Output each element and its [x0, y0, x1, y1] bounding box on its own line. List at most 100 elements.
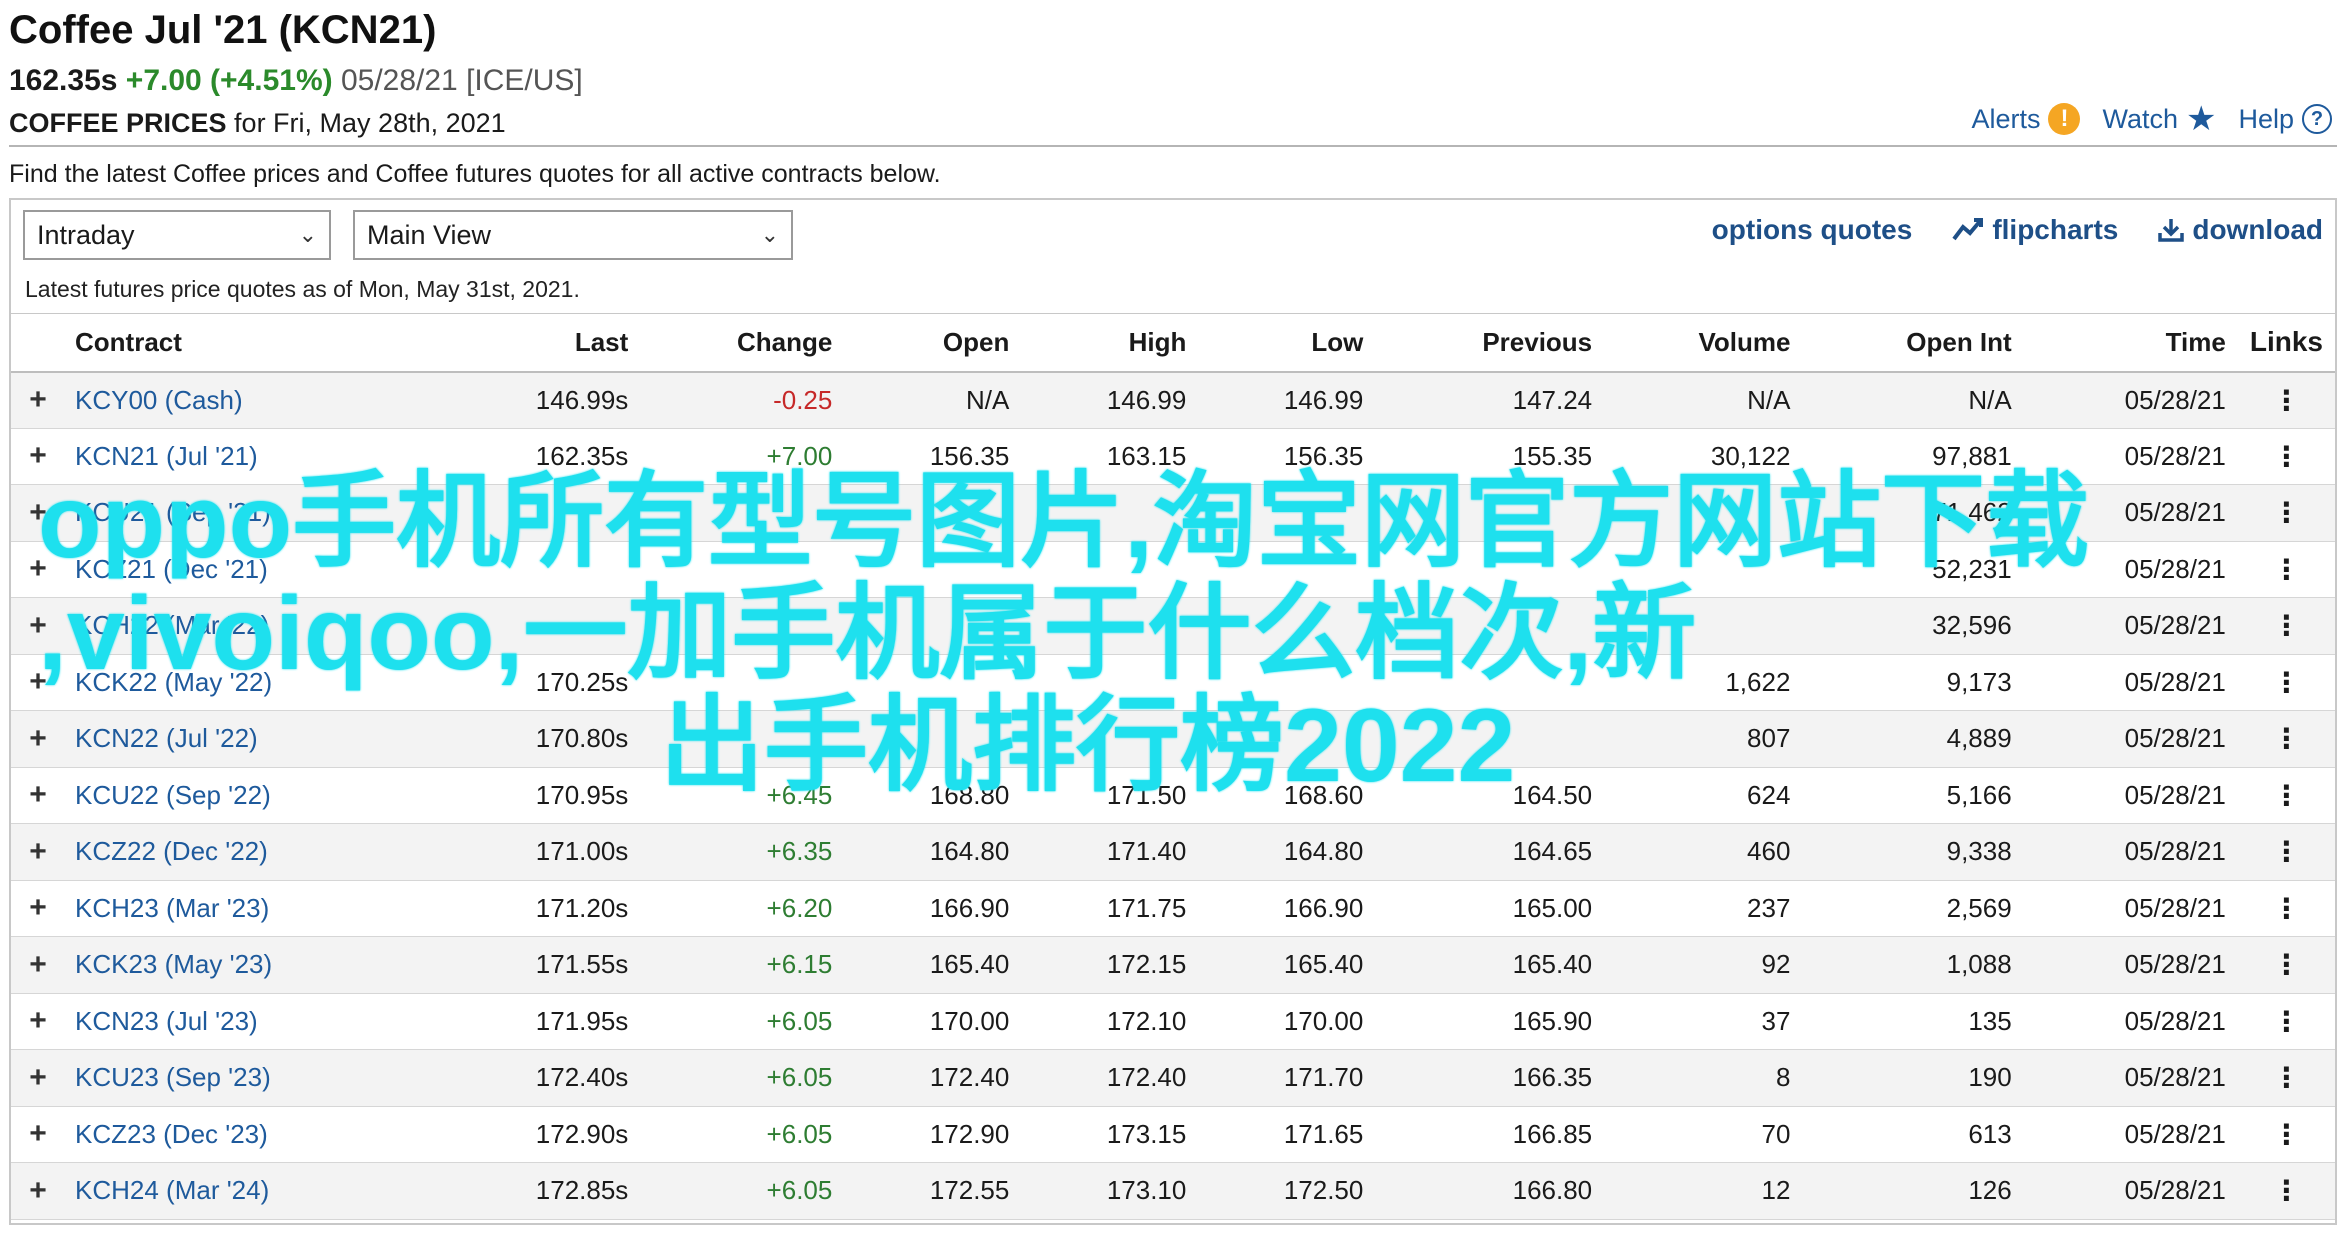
expand-row-icon[interactable]: +	[11, 428, 63, 485]
more-options-icon[interactable]: ⋮	[2237, 1162, 2335, 1220]
cell-last	[441, 484, 641, 542]
col-time[interactable]: Time	[2023, 313, 2238, 373]
quote-summary: 162.35s +7.00 (+4.51%) 05/28/21 [ICE/US]	[9, 64, 583, 98]
cell-contract[interactable]: KCH24 (Mar '24)	[63, 1162, 442, 1220]
col-last[interactable]: Last	[441, 313, 641, 373]
col-previous[interactable]: Previous	[1375, 313, 1605, 373]
cell-contract[interactable]: KCZ23 (Dec '23)	[63, 1106, 442, 1163]
expand-row-icon[interactable]: +	[11, 710, 63, 768]
col-volume[interactable]: Volume	[1604, 313, 1803, 373]
col-low[interactable]: Low	[1198, 313, 1376, 373]
expand-row-icon[interactable]: +	[11, 597, 63, 655]
table-row: + KCN23 (Jul '23) 171.95s +6.05 170.00 172.10…	[11, 993, 2335, 1050]
cell-contract[interactable]: KCN21 (Jul '21)	[63, 428, 442, 485]
cell-high	[1021, 541, 1199, 598]
cell-change: +6.20	[640, 880, 845, 937]
cell-contract[interactable]: KCK23 (May '23)	[63, 936, 442, 994]
cell-open: 156.35	[844, 428, 1022, 485]
more-options-icon[interactable]: ⋮	[2237, 1106, 2335, 1163]
more-options-icon[interactable]: ⋮	[2237, 710, 2335, 768]
cell-contract[interactable]: KCN23 (Jul '23)	[63, 993, 442, 1050]
more-options-icon[interactable]: ⋮	[2237, 484, 2335, 542]
expand-row-icon[interactable]: +	[11, 1162, 63, 1220]
expand-row-icon[interactable]: +	[11, 1049, 63, 1107]
more-options-icon[interactable]: ⋮	[2237, 541, 2335, 598]
cell-volume	[1604, 484, 1803, 542]
table-header-row: Contract Last Change Open High Low Previ…	[11, 313, 2335, 373]
more-options-icon[interactable]: ⋮	[2237, 654, 2335, 711]
expand-row-icon[interactable]: +	[11, 936, 63, 994]
cell-contract[interactable]: KCN22 (Jul '22)	[63, 710, 442, 768]
cell-contract[interactable]: KCU23 (Sep '23)	[63, 1049, 442, 1107]
cell-time: 05/28/21	[2023, 597, 2238, 655]
cell-change: +6.05	[640, 993, 845, 1050]
cell-open-int: 9,173	[1802, 654, 2024, 711]
cell-open	[844, 597, 1022, 655]
cell-volume	[1604, 597, 1803, 655]
cell-contract[interactable]: KCY00 (Cash)	[63, 371, 442, 429]
cell-low	[1198, 541, 1376, 598]
cell-last: 170.25s	[441, 654, 641, 711]
period-select[interactable]: Intraday ⌄	[23, 210, 331, 260]
expand-row-icon[interactable]: +	[11, 371, 63, 429]
more-options-icon[interactable]: ⋮	[2237, 428, 2335, 485]
col-open-int[interactable]: Open Int	[1802, 313, 2024, 373]
help-link[interactable]: Help ?	[2238, 104, 2332, 135]
prices-date: for Fri, May 28th, 2021	[234, 108, 506, 138]
table-row: + KCH23 (Mar '23) 171.20s +6.20 166.90 171.75…	[11, 880, 2335, 937]
more-options-icon[interactable]: ⋮	[2237, 1049, 2335, 1107]
view-select[interactable]: Main View ⌄	[353, 210, 793, 260]
more-options-icon[interactable]: ⋮	[2237, 823, 2335, 881]
cell-contract[interactable]: KCH23 (Mar '23)	[63, 880, 442, 937]
watch-link[interactable]: Watch ★	[2102, 102, 2216, 136]
more-options-icon[interactable]: ⋮	[2237, 371, 2335, 429]
cell-last: 172.85s	[441, 1162, 641, 1220]
alerts-link[interactable]: Alerts !	[1971, 103, 2081, 135]
cell-low: 170.00	[1198, 993, 1376, 1050]
download-link[interactable]: download	[2158, 214, 2323, 246]
options-quotes-link[interactable]: options quotes	[1712, 214, 1913, 246]
cell-previous: 166.85	[1375, 1106, 1605, 1163]
cell-contract[interactable]: KCZ21 (Dec '21)	[63, 541, 442, 598]
cell-contract[interactable]: KCH22 (Mar '22)	[63, 597, 442, 655]
expand-row-icon[interactable]: +	[11, 880, 63, 937]
cell-change	[640, 654, 845, 711]
more-options-icon[interactable]: ⋮	[2237, 767, 2335, 824]
cell-contract[interactable]: KCU21 (Sep '21)	[63, 484, 442, 542]
expand-row-icon[interactable]: +	[11, 993, 63, 1050]
cell-time: 05/28/21	[2023, 993, 2238, 1050]
expand-row-icon[interactable]: +	[11, 484, 63, 542]
chevron-down-icon: ⌄	[760, 222, 779, 247]
expand-row-icon[interactable]: +	[11, 1106, 63, 1163]
cell-contract[interactable]: KCZ22 (Dec '22)	[63, 823, 442, 881]
col-open[interactable]: Open	[844, 313, 1022, 373]
cell-contract[interactable]: KCK22 (May '22)	[63, 654, 442, 711]
expand-row-icon[interactable]: +	[11, 541, 63, 598]
cell-last: 171.55s	[441, 936, 641, 994]
cell-contract[interactable]: KCU22 (Sep '22)	[63, 767, 442, 824]
intro-text: Find the latest Coffee prices and Coffee…	[9, 160, 941, 188]
more-options-icon[interactable]: ⋮	[2237, 993, 2335, 1050]
cell-previous: 147.24	[1375, 371, 1605, 429]
col-high[interactable]: High	[1021, 313, 1199, 373]
cell-open: 172.90	[844, 1106, 1022, 1163]
cell-change	[640, 710, 845, 768]
watch-label: Watch	[2102, 103, 2178, 134]
cell-open: 168.80	[844, 767, 1022, 824]
expand-row-icon[interactable]: +	[11, 823, 63, 881]
cell-time: 05/28/21	[2023, 541, 2238, 598]
expand-row-icon[interactable]: +	[11, 767, 63, 824]
controls: Intraday ⌄ Main View ⌄	[23, 210, 793, 260]
cell-change	[640, 541, 845, 598]
cell-previous	[1375, 541, 1605, 598]
cell-high: 173.10	[1021, 1162, 1199, 1220]
flipcharts-link[interactable]: flipcharts	[1952, 214, 2118, 246]
more-options-icon[interactable]: ⋮	[2237, 880, 2335, 937]
more-options-icon[interactable]: ⋮	[2237, 597, 2335, 655]
cell-open: N/A	[844, 371, 1022, 429]
more-options-icon[interactable]: ⋮	[2237, 936, 2335, 994]
col-contract[interactable]: Contract	[63, 313, 442, 373]
cell-change: -0.25	[640, 371, 845, 429]
col-change[interactable]: Change	[640, 313, 845, 373]
expand-row-icon[interactable]: +	[11, 654, 63, 711]
